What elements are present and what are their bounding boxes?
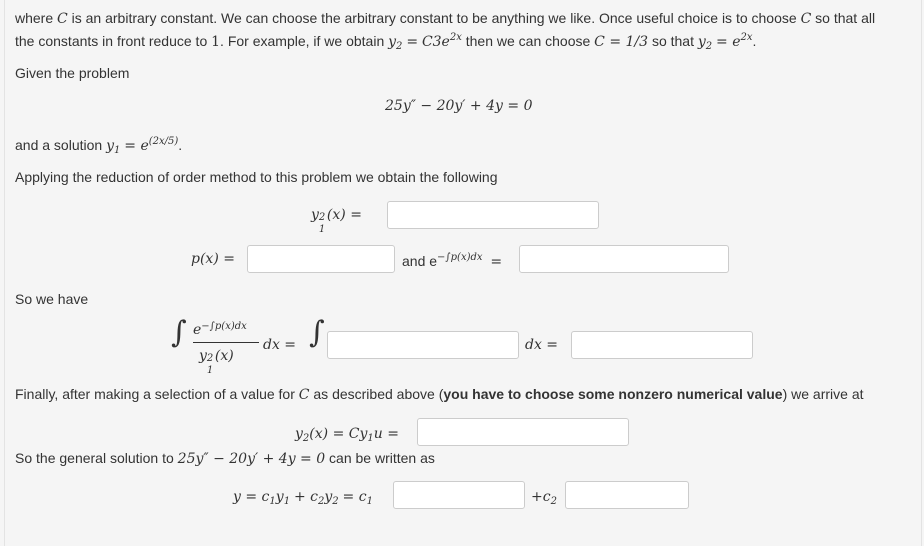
intro-line-2: the constants in front reduce to 1. For … — [15, 32, 757, 52]
c1-input[interactable] — [393, 481, 525, 509]
y2-label: y2(x) = Cy1u = — [295, 426, 399, 444]
integrand-denominator: y 2 1 (x) — [199, 348, 234, 376]
c2-input[interactable] — [565, 481, 689, 509]
general-solution-text: So the general solution to 25y″ − 20y′ +… — [15, 450, 435, 467]
u-input[interactable] — [417, 418, 629, 446]
final-equation-label: y = c1y1 + c2y2 = c1 — [233, 489, 373, 507]
integrand-numerator: e−∫p(x)dx — [193, 321, 247, 338]
dx-equals-2: dx = — [525, 337, 559, 353]
given-label: Given the problem — [15, 65, 130, 81]
px-input[interactable] — [247, 245, 395, 273]
integral-sign-2: ∫ — [309, 315, 325, 350]
so-we-have-label: So we have — [15, 291, 89, 307]
fraction-bar — [193, 342, 259, 343]
integral-sign-1: ∫ — [171, 315, 187, 350]
y1-squared-input[interactable] — [387, 201, 599, 229]
exp-integral-input[interactable] — [519, 245, 729, 273]
px-label: p(x) = — [191, 251, 235, 267]
integral-result-input[interactable] — [571, 331, 753, 359]
finally-text: Finally, after making a selection of a v… — [15, 386, 864, 403]
integrand-input[interactable] — [327, 331, 519, 359]
solution-line: and a solution y1 = e(2x/5). — [15, 136, 183, 156]
y1-squared-label: y 2 1 (x) = — [311, 207, 362, 235]
and-e-label: and e−∫p(x)dx = — [402, 252, 503, 270]
problem-panel: where C is an arbitrary constant. We can… — [4, 0, 922, 546]
intro-line-1: where C is an arbitrary constant. We can… — [15, 10, 876, 27]
plus-c2-label: +c2 — [531, 489, 557, 507]
dx-equals-1: dx = — [263, 337, 297, 353]
applying-text: Applying the reduction of order method t… — [15, 169, 498, 185]
ode-equation: 25y″ − 20y′ + 4y = 0 — [385, 98, 533, 114]
